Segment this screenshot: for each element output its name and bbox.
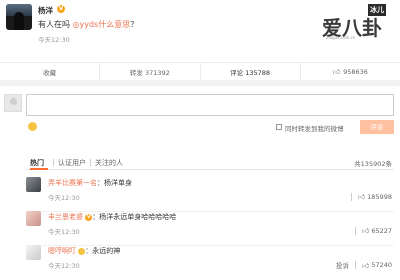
emoji-icon[interactable] <box>28 122 37 131</box>
comment-row: 嗯哼啊叮 ：永远的神 今天12:30 投诉 👍︎ 57240 <box>26 242 394 280</box>
comment-time: 今天12:30 <box>48 262 80 270</box>
comment-input[interactable] <box>26 94 394 116</box>
action-divider <box>350 192 352 201</box>
tab-hot[interactable]: 热门 <box>30 158 44 168</box>
favorite-button[interactable]: 收藏 <box>0 63 101 80</box>
thumbs-up-icon: 👍︎ <box>361 261 370 270</box>
watermark-logo: 冰儿 爱八卦 ibagua.com.cn <box>318 2 398 42</box>
comment-row: 弄羊比赛第一名：杨洋单身 今天12:30 👍︎ 185998 <box>26 174 394 212</box>
like-count: 958636 <box>343 67 368 76</box>
tab-divider <box>90 159 91 166</box>
comment-label: 评论 135788 <box>230 68 271 77</box>
repost-button[interactable]: 转发 371392 <box>100 63 201 80</box>
comment-body: ：杨洋单身 <box>97 179 132 187</box>
comment-like-button[interactable]: 👍︎ 57240 <box>362 261 392 270</box>
commenter-name[interactable]: 丰兰恩老婆 <box>48 213 83 221</box>
comment-like-count: 65227 <box>371 226 392 235</box>
comment-text: 丰兰恩老婆 V ：杨洋永远单身哈哈哈哈哈 <box>48 212 176 222</box>
comment-body: ：杨洋永远单身哈哈哈哈哈 <box>92 213 177 221</box>
comment-actions: 投诉 👍︎ 57240 <box>336 260 392 270</box>
thumbs-up-icon: 👍︎ <box>357 193 366 201</box>
sync-repost-checkbox[interactable] <box>276 124 282 130</box>
comment-row: 丰兰恩老婆 V ：杨洋永远单身哈哈哈哈哈 今天12:30 👍︎ 65227 <box>26 208 394 246</box>
report-link[interactable]: 投诉 <box>336 260 349 270</box>
comment-like-count: 185998 <box>367 192 392 201</box>
author-avatar[interactable] <box>6 4 32 30</box>
post-text-highlight[interactable]: yyds什么意思 <box>80 20 131 29</box>
tab-following[interactable]: 关注的人 <box>95 158 123 168</box>
commenter-avatar[interactable] <box>26 177 41 192</box>
comment-section: 同时转发到我的微博 评论 热门 认证用户 关注的人 共135902条 弄羊比赛第… <box>0 86 400 280</box>
active-tab-indicator <box>30 168 48 170</box>
post-text: 有人在吗 ◎yyds什么意思？ <box>38 19 138 30</box>
comment-actions: 👍︎ 65227 <box>354 226 392 236</box>
favorite-label: 收藏 <box>43 68 57 77</box>
comment-text: 弄羊比赛第一名：杨洋单身 <box>48 178 132 188</box>
comment-body: ：永远的神 <box>85 247 121 255</box>
comment-like-button[interactable]: 👍︎ 185998 <box>357 192 392 202</box>
like-button[interactable]: 👍︎ 958636 <box>301 63 400 80</box>
watermark-url: ibagua.com.cn <box>326 35 356 40</box>
post-time[interactable]: 今天12:30 <box>38 34 70 44</box>
thumbs-up-icon: 👍︎ <box>332 68 341 76</box>
tab-divider <box>53 159 54 166</box>
commenter-avatar[interactable] <box>26 211 41 226</box>
comment-like-count: 57240 <box>371 261 392 269</box>
thumbs-up-icon: 👍︎ <box>361 227 370 235</box>
sync-repost-label: 同时转发到我的微博 <box>285 125 344 133</box>
comment-like-button[interactable]: 👍︎ 65227 <box>361 226 392 236</box>
comment-actions: 👍︎ 185998 <box>350 192 392 202</box>
commenter-name[interactable]: 嗯哼啊叮 <box>48 247 76 255</box>
submit-comment-button[interactable]: 评论 <box>360 120 394 134</box>
commenter-avatar[interactable] <box>26 245 41 260</box>
action-divider <box>354 261 356 269</box>
comment-total: 共135902条 <box>354 160 392 168</box>
my-avatar <box>4 94 22 112</box>
comment-tabs: 热门 认证用户 关注的人 共135902条 <box>26 158 394 170</box>
repost-label: 转发 371392 <box>129 68 170 77</box>
weibo-post: 杨洋 V 有人在吗 ◎yyds什么意思？ 今天12:30 冰儿 爱八卦 ibag… <box>0 0 400 62</box>
action-divider <box>354 226 356 235</box>
post-text-after: ？ <box>130 20 139 29</box>
post-action-bar: 收藏 转发 371392 评论 135788 👍︎ 958636 <box>0 62 400 80</box>
post-text-before: 有人在吗 <box>38 20 73 29</box>
post-topic-link[interactable]: ◎ <box>73 20 80 29</box>
comment-time: 今天12:30 <box>48 194 80 202</box>
verified-icon: V <box>57 5 65 13</box>
comment-button[interactable]: 评论 135788 <box>201 63 301 80</box>
comment-time: 今天12:30 <box>48 228 80 236</box>
author-name[interactable]: 杨洋 <box>38 5 53 16</box>
commenter-name[interactable]: 弄羊比赛第一名 <box>48 179 97 187</box>
comment-text: 嗯哼啊叮 ：永远的神 <box>48 246 120 256</box>
tab-verified-users[interactable]: 认证用户 <box>58 158 86 168</box>
